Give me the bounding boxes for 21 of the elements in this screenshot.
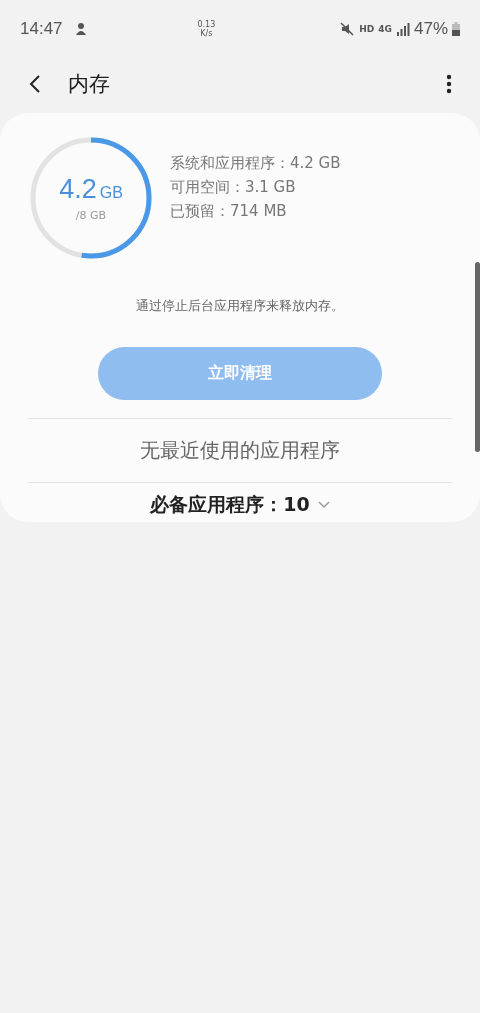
chevron-icon <box>317 501 330 509</box>
battery-percent: 47% <box>413 19 448 39</box>
memory-detail: 系统和应用程序：4.2 GB <box>170 153 341 174</box>
page-title: 内存 <box>68 71 110 98</box>
back-icon <box>28 74 42 94</box>
mute-icon <box>339 21 356 37</box>
battery-icon <box>452 22 460 36</box>
used-unit: GB <box>99 184 123 202</box>
essential-apps-toggle[interactable]: 必备应用程序：10 <box>144 491 336 519</box>
memory-detail: 已预留：714 MB <box>170 201 288 222</box>
more-icon <box>446 74 452 94</box>
memory-detail: 可用空间：3.1 GB <box>170 177 297 198</box>
status-time: 14:47 <box>20 19 63 39</box>
network-type: 4G <box>378 24 392 34</box>
hint-text: 通过停止后台应用程序来释放内存。 <box>136 297 344 315</box>
total-memory: /8 GB <box>75 209 107 222</box>
network-speed: 0.13 K/s <box>197 20 216 38</box>
empty-state-text: 无最近使用的应用程序 <box>140 437 340 464</box>
signal-icon <box>395 22 410 36</box>
used-memory: 4.2 <box>59 174 97 205</box>
hd-label: HD <box>359 24 375 34</box>
